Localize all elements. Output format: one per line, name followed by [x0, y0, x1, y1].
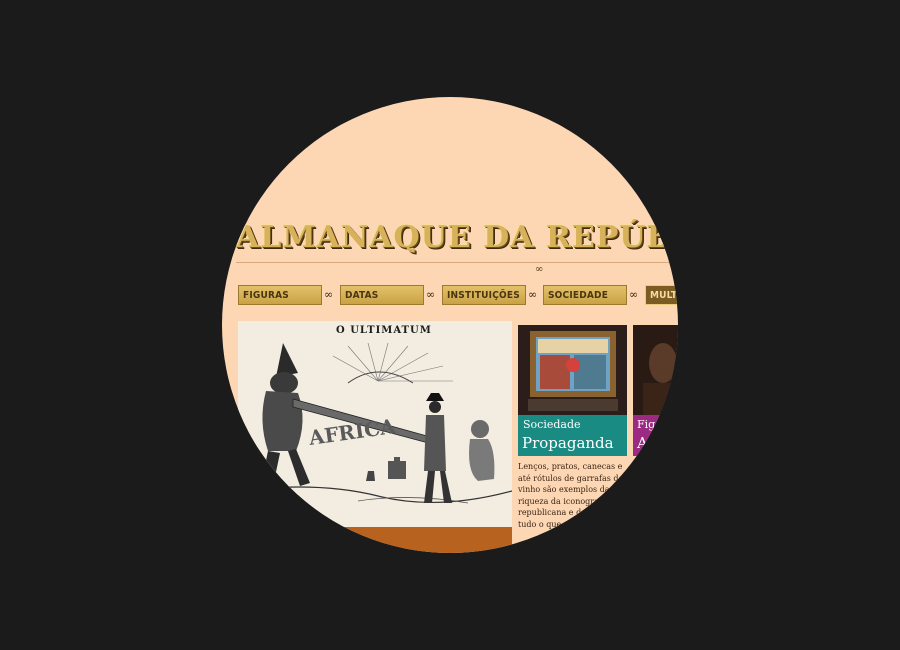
cartoon-caption: O ULTIMATUM — [336, 325, 432, 336]
portrait-image — [633, 325, 678, 415]
nav-item-instituicoes[interactable]: INSTITUIÇÕES — [442, 285, 526, 305]
card-description: Lenços, pratos, canecas e até rótulos de… — [518, 462, 624, 529]
card-caption-propaganda[interactable]: Sociedade Propaganda — [518, 415, 627, 456]
figure-thumbnail[interactable] — [633, 325, 678, 415]
ornament-icon: ∞ — [528, 288, 538, 301]
ultimatum-cartoon-image[interactable]: O ULTIMATUM AFRICA — [238, 321, 512, 527]
main-nav: FIGURAS ∞ DATAS ∞ INSTITUIÇÕES ∞ SOCIEDA… — [222, 285, 678, 307]
africa-inscription: AFRICA — [306, 414, 397, 450]
ornament-icon: ∞ — [629, 288, 639, 301]
framed-painting-image — [518, 325, 627, 415]
nav-item-datas[interactable]: DATAS — [340, 285, 424, 305]
web-page: ALMANAQUE DA REPÚBLICA ∞ FIGURAS ∞ DATAS… — [222, 97, 678, 553]
site-title[interactable]: ALMANAQUE DA REPÚBLICA — [236, 220, 678, 255]
nav-item-sociedade[interactable]: SOCIEDADE — [543, 285, 627, 305]
nav-item-figuras[interactable]: FIGURAS — [238, 285, 322, 305]
ornament-icon: ∞ — [426, 288, 436, 301]
cartoon-illustration: AFRICA — [238, 342, 512, 504]
card-caption-figuras[interactable]: Fig A — [633, 415, 678, 456]
propaganda-thumbnail[interactable] — [518, 325, 627, 415]
card-title[interactable]: A — [637, 434, 648, 452]
card-title[interactable]: Propaganda — [522, 434, 614, 452]
nav-item-multimedia[interactable]: MULTI — [645, 285, 678, 305]
circular-viewport: ALMANAQUE DA REPÚBLICA ∞ FIGURAS ∞ DATAS… — [222, 97, 678, 553]
card-category: Sociedade — [523, 418, 581, 431]
ornament-icon: ∞ — [324, 288, 334, 301]
ornament-icon: ∞ — [535, 264, 544, 275]
title-rule — [236, 262, 678, 263]
card-category: Fig — [637, 418, 656, 431]
feature-band — [238, 527, 512, 553]
